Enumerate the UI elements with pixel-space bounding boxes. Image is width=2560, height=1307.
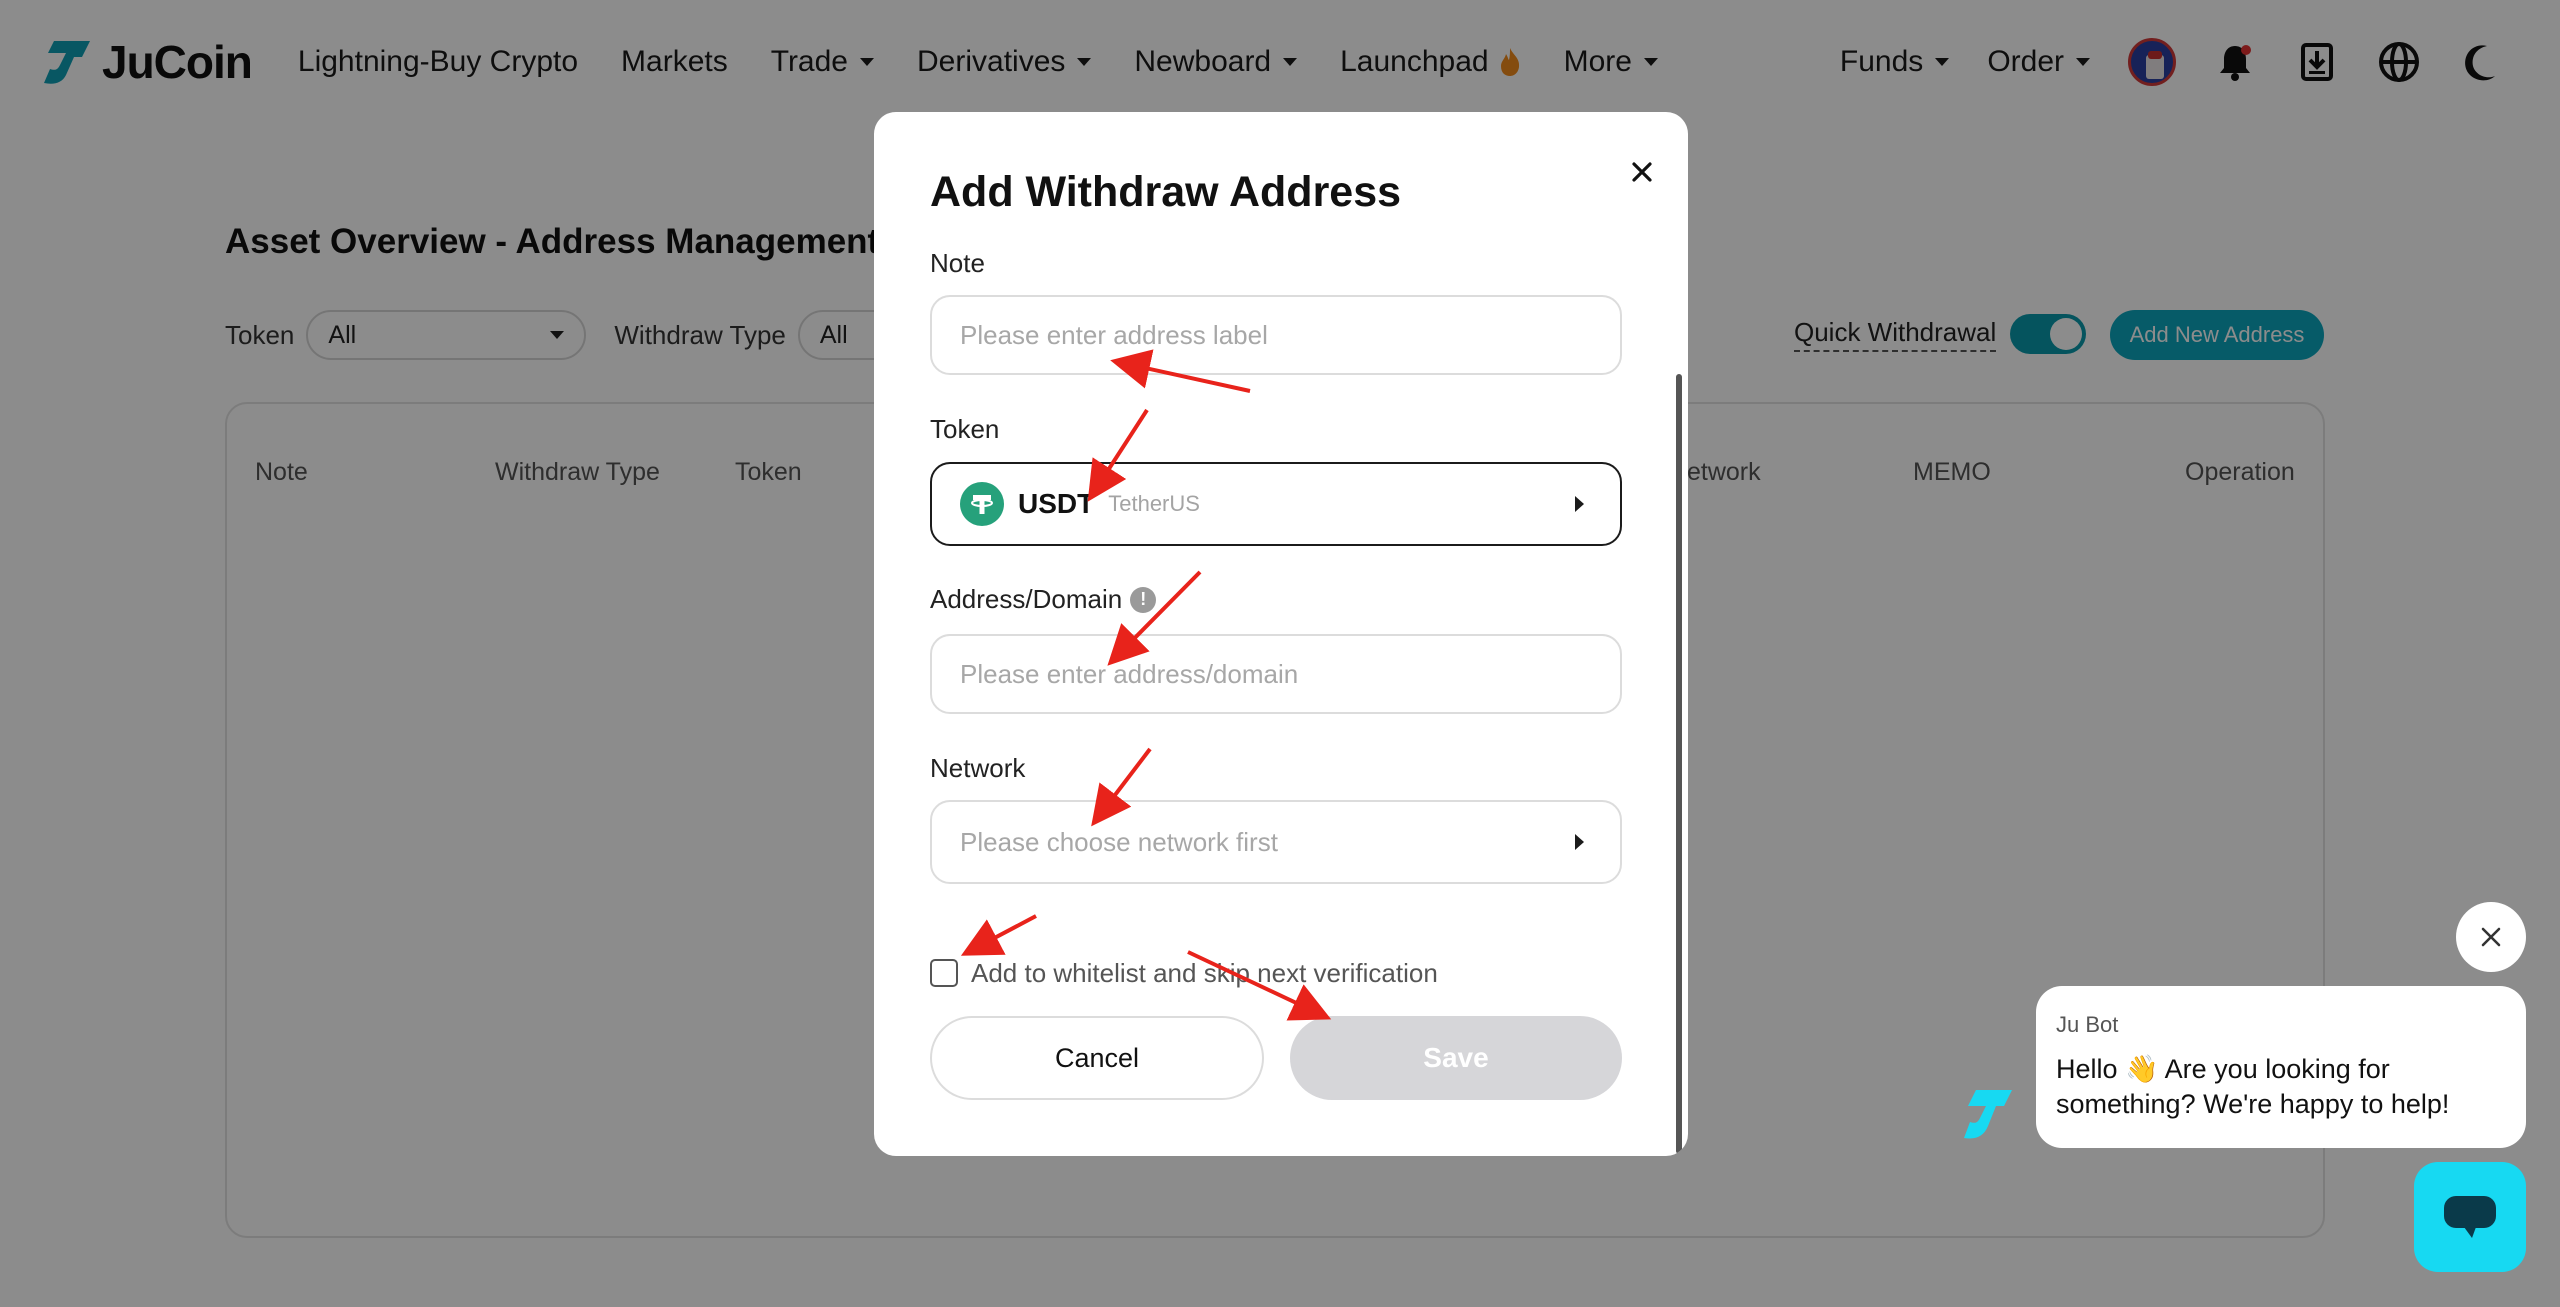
note-label: Note bbox=[930, 248, 985, 278]
dialog-scrollbar[interactable] bbox=[1676, 374, 1682, 1154]
address-placeholder: Please enter address/domain bbox=[960, 658, 1299, 689]
add-withdraw-address-dialog: Add Withdraw Address Note Please enter a… bbox=[874, 112, 1688, 1156]
chat-close-button[interactable] bbox=[2456, 902, 2526, 972]
close-icon bbox=[2481, 927, 2501, 947]
save-button[interactable]: Save bbox=[1290, 1016, 1622, 1100]
note-input[interactable]: Please enter address label bbox=[930, 295, 1622, 375]
note-placeholder: Please enter address label bbox=[960, 319, 1268, 350]
chat-launcher-button[interactable] bbox=[2414, 1162, 2526, 1272]
close-icon[interactable] bbox=[1622, 152, 1662, 192]
cancel-button[interactable]: Cancel bbox=[930, 1016, 1264, 1100]
dialog-title: Add Withdraw Address bbox=[930, 168, 1402, 216]
network-label: Network bbox=[930, 753, 1026, 783]
network-placeholder: Please choose network first bbox=[960, 826, 1278, 857]
jucoin-bot-logo-icon bbox=[1964, 1090, 2012, 1139]
chevron-right-icon bbox=[1575, 834, 1584, 850]
tether-icon bbox=[960, 482, 1004, 526]
address-input[interactable]: Please enter address/domain bbox=[930, 634, 1622, 714]
chevron-right-icon bbox=[1575, 496, 1584, 512]
token-label: Token bbox=[930, 414, 1000, 444]
address-label: Address/Domain ! bbox=[930, 584, 1157, 615]
token-symbol: USDT bbox=[1018, 488, 1095, 519]
whitelist-checkbox[interactable] bbox=[930, 959, 958, 987]
token-name: TetherUS bbox=[1108, 491, 1200, 516]
whitelist-label[interactable]: Add to whitelist and skip next verificat… bbox=[971, 958, 1438, 989]
network-select[interactable]: Please choose network first bbox=[930, 800, 1622, 884]
info-icon[interactable]: ! bbox=[1130, 586, 1157, 613]
token-select[interactable]: USDT TetherUS bbox=[930, 462, 1622, 546]
bot-name: Ju Bot bbox=[2056, 1012, 2119, 1037]
address-label-text: Address/Domain bbox=[930, 584, 1123, 614]
bot-message: Hello 👋 Are you looking for something? W… bbox=[2056, 1054, 2450, 1119]
chat-icon bbox=[2444, 1196, 2496, 1238]
chat-message-bubble[interactable]: Ju Bot Hello 👋 Are you looking for somet… bbox=[2036, 986, 2526, 1148]
